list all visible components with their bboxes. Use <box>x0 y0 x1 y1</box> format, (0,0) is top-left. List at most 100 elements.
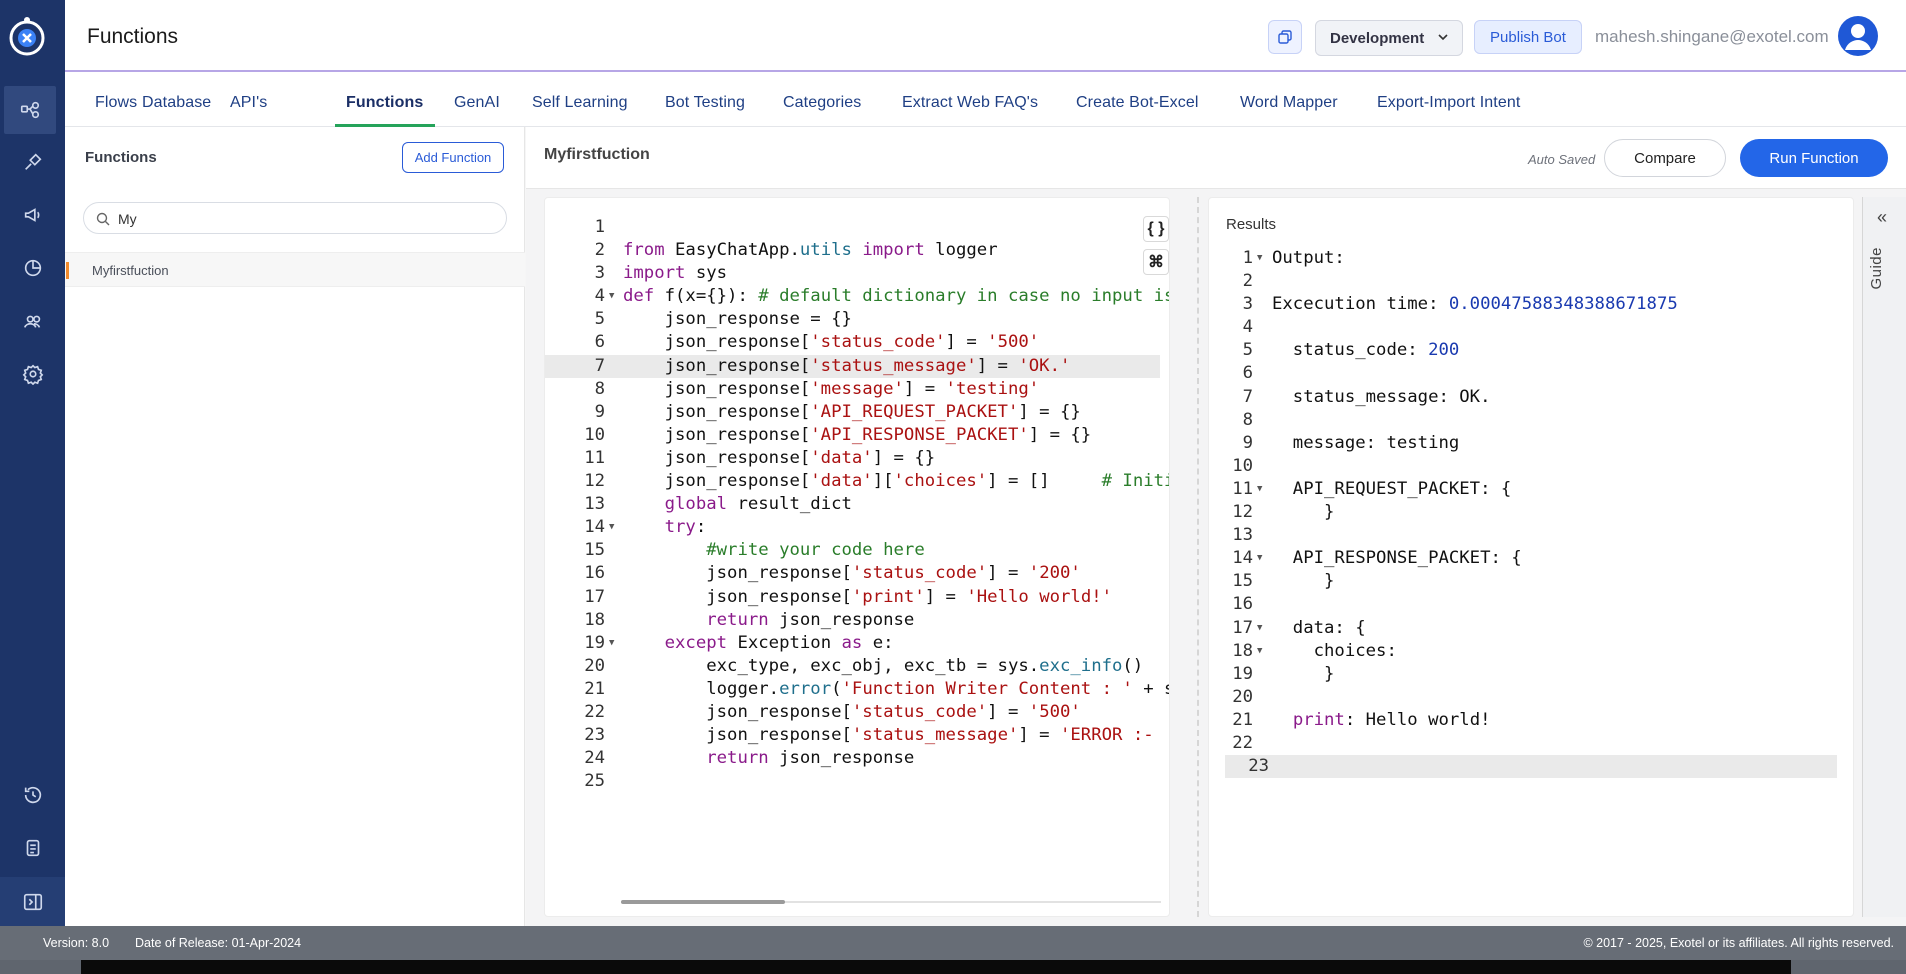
code-line[interactable]: 6 json_response['status_code'] = '500' <box>545 331 1160 354</box>
result-line[interactable]: 4 <box>1209 316 1821 339</box>
code-line[interactable]: 23 json_response['status_message'] = 'ER… <box>545 724 1160 747</box>
code-line[interactable]: 19 ▼ except Exception as e: <box>545 632 1160 655</box>
tab-database[interactable]: Database <box>142 94 211 112</box>
result-line[interactable]: 6 <box>1209 362 1821 385</box>
result-line[interactable]: 12 } <box>1209 501 1821 524</box>
result-line[interactable]: 21 print: Hello world! <box>1209 709 1821 732</box>
analytics-icon[interactable] <box>0 244 65 292</box>
code-line[interactable]: 25 <box>545 770 1160 793</box>
result-line[interactable]: 14 ▼ API_RESPONSE_PACKET: { <box>1209 547 1821 570</box>
tab-self-learning[interactable]: Self Learning <box>532 94 628 112</box>
code-line[interactable]: 12 json_response['data']['choices'] = []… <box>545 470 1169 493</box>
editor-tools: { } ⌘ <box>1143 216 1169 282</box>
guide-panel-toggle[interactable]: « Guide <box>1862 197 1906 917</box>
fold-arrow-icon[interactable]: ▼ <box>1257 617 1262 640</box>
fold-arrow-icon[interactable]: ▼ <box>609 632 614 655</box>
result-line[interactable]: 19 } <box>1209 663 1821 686</box>
tab-extract-web-faqs[interactable]: Extract Web FAQ's <box>902 94 1038 112</box>
line-number: 13 <box>1232 525 1253 546</box>
code-line[interactable]: 9 json_response['API_REQUEST_PACKET'] = … <box>545 401 1160 424</box>
code-line[interactable]: 21 logger.error('Function Writer Content… <box>545 678 1169 701</box>
megaphone-icon[interactable] <box>0 191 65 239</box>
tab-categories[interactable]: Categories <box>783 94 861 112</box>
code-line[interactable]: 11 json_response['data'] = {} <box>545 447 1160 470</box>
result-line[interactable]: 23 <box>1225 755 1837 779</box>
result-line[interactable]: 18 ▼ choices: <box>1209 640 1821 663</box>
tab-functions[interactable]: Functions <box>346 94 423 112</box>
code-line[interactable]: 8 json_response['message'] = 'testing' <box>545 378 1160 401</box>
result-line[interactable]: 8 <box>1209 409 1821 432</box>
fold-arrow-icon[interactable]: ▼ <box>1257 247 1262 270</box>
panel-splitter[interactable] <box>1197 197 1199 917</box>
fold-arrow-icon[interactable]: ▼ <box>1257 640 1262 663</box>
exotel-logo[interactable] <box>7 14 47 62</box>
fold-arrow-icon[interactable]: ▼ <box>609 516 614 539</box>
copy-bot-button[interactable] <box>1268 20 1302 54</box>
code-line[interactable]: 16 json_response['status_code'] = '200' <box>545 562 1160 585</box>
horizontal-scrollbar[interactable] <box>621 900 785 904</box>
code-line[interactable]: 24 return json_response <box>545 747 1160 770</box>
code-line[interactable]: 4 ▼ def f(x={}): # default dictionary in c… <box>545 285 1169 308</box>
result-line[interactable]: 3 Excecution time: 0.00047588348388671875 <box>1209 293 1821 316</box>
footer: Version: 8.0 Date of Release: 01-Apr-202… <box>0 926 1906 960</box>
fold-arrow-icon[interactable]: ▼ <box>1257 547 1262 570</box>
code-line[interactable]: 17 json_response['print'] = 'Hello world… <box>545 586 1160 609</box>
compare-button[interactable]: Compare <box>1604 139 1726 177</box>
result-line[interactable]: 9 message: testing <box>1209 432 1821 455</box>
result-line[interactable]: 13 <box>1209 524 1821 547</box>
result-line[interactable]: 2 <box>1209 270 1821 293</box>
result-line[interactable]: 5 status_code: 200 <box>1209 339 1821 362</box>
add-function-button[interactable]: Add Function <box>402 142 504 173</box>
format-braces-icon[interactable]: { } <box>1143 216 1169 242</box>
tab-create-bot-excel[interactable]: Create Bot-Excel <box>1076 94 1199 112</box>
function-list-item[interactable]: Myfirstfuction <box>65 252 525 287</box>
user-avatar-icon[interactable] <box>1838 16 1878 56</box>
code-line[interactable]: 18 return json_response <box>545 609 1160 632</box>
settings-gear-icon[interactable] <box>0 350 65 398</box>
code-editor[interactable]: 1 2 from EasyChatApp.utils import logger 3 i… <box>544 197 1170 917</box>
result-line[interactable]: 1 ▼ Output: <box>1209 247 1821 270</box>
users-icon[interactable] <box>0 297 65 345</box>
code-line[interactable]: 14 ▼ try: <box>545 516 1160 539</box>
result-line[interactable]: 17 ▼ data: { <box>1209 617 1821 640</box>
tab-bot-testing[interactable]: Bot Testing <box>665 94 745 112</box>
tab-flows[interactable]: Flows <box>95 94 137 112</box>
code-line[interactable]: 2 from EasyChatApp.utils import logger <box>545 239 1160 262</box>
line-text: choices: <box>1272 640 1397 661</box>
code-line[interactable]: 22 json_response['status_code'] = '500' <box>545 701 1160 724</box>
fold-arrow-icon[interactable]: ▼ <box>609 285 614 308</box>
collapse-sidebar-icon[interactable] <box>0 877 65 926</box>
tab-export-import-intent[interactable]: Export-Import Intent <box>1377 94 1520 112</box>
tab-word-mapper[interactable]: Word Mapper <box>1240 94 1338 112</box>
code-line[interactable]: 15 #write your code here <box>545 539 1160 562</box>
publish-bot-button[interactable]: Publish Bot <box>1474 20 1582 54</box>
result-line[interactable]: 11 ▼ API_REQUEST_PACKET: { <box>1209 478 1821 501</box>
result-line[interactable]: 20 <box>1209 686 1821 709</box>
tab-genai[interactable]: GenAI <box>454 94 500 112</box>
environment-select[interactable]: Development <box>1315 20 1463 56</box>
code-line[interactable]: 5 json_response = {} <box>545 308 1160 331</box>
code-line[interactable]: 10 json_response['API_RESPONSE_PACKET'] … <box>545 424 1160 447</box>
tab-apis[interactable]: API's <box>230 94 267 112</box>
run-function-button[interactable]: Run Function <box>1740 139 1888 177</box>
command-icon[interactable]: ⌘ <box>1143 249 1169 275</box>
result-line[interactable]: 7 status_message: OK. <box>1209 386 1821 409</box>
code-line[interactable]: 20 exc_type, exc_obj, exc_tb = sys.exc_i… <box>545 655 1160 678</box>
code-line[interactable]: 1 <box>545 216 1160 239</box>
flows-nav-icon[interactable] <box>4 86 56 134</box>
integrations-icon[interactable] <box>0 138 65 186</box>
search-input[interactable] <box>118 209 488 229</box>
result-line[interactable]: 10 <box>1209 455 1821 478</box>
results-lines[interactable]: 1 ▼ Output: 2 3 Excecution time: 0.0004758834… <box>1209 247 1837 779</box>
result-line[interactable]: 15 } <box>1209 570 1821 593</box>
fold-arrow-icon[interactable]: ▼ <box>1257 478 1262 501</box>
history-icon[interactable] <box>0 771 65 819</box>
code-line[interactable]: 7 json_response['status_message'] = 'OK.… <box>545 354 1160 378</box>
code-line[interactable]: 13 global result_dict <box>545 493 1160 516</box>
code-line[interactable]: 3 import sys <box>545 262 1160 285</box>
result-line[interactable]: 22 <box>1209 732 1821 755</box>
code-lines[interactable]: 1 2 from EasyChatApp.utils import logger 3 i… <box>545 216 1169 793</box>
line-number: 22 <box>1232 732 1253 753</box>
result-line[interactable]: 16 <box>1209 593 1821 616</box>
documents-icon[interactable] <box>0 824 65 872</box>
